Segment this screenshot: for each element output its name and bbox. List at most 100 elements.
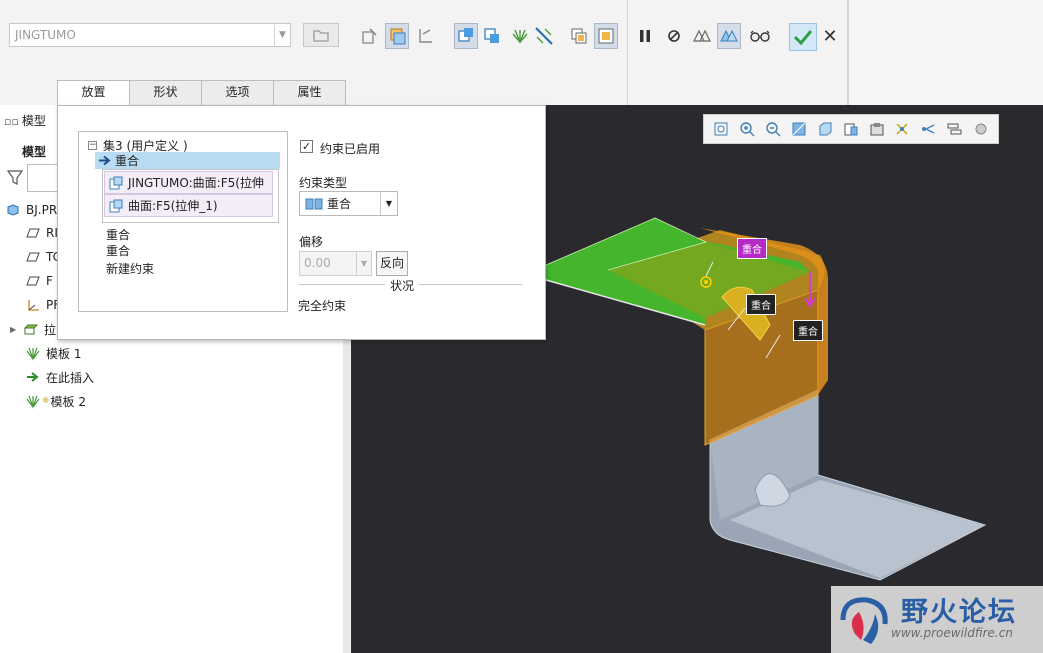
reference-label: JINGTUMO:曲面:F5(拉伸 [128,176,264,190]
reference-label: 曲面:F5(拉伸_1) [128,199,218,213]
constraint-tag[interactable]: 重合 [793,320,823,341]
tab-properties[interactable]: 属性 [273,80,346,105]
tree-item-root[interactable]: BJ.PR [4,199,57,221]
selected-constraint-row[interactable]: 重合 [95,152,280,169]
constraint-item[interactable]: 重合 [106,242,130,259]
model-tree-header[interactable]: ▫▫ 模型 [4,112,46,129]
repaint-icon[interactable] [786,117,812,141]
watermark-title: 野火论坛 [901,597,1017,628]
refit-icon[interactable] [708,117,734,141]
new-constraint-item[interactable]: 新建约束 [106,260,154,277]
constraint-enabled-checkbox[interactable]: ✓ [300,140,313,153]
template-icon [24,344,42,362]
part-icon [4,201,22,219]
tab-options[interactable]: 选项 [201,80,274,105]
chevron-down-icon[interactable]: ▼ [380,192,397,215]
ok-button[interactable] [789,23,817,51]
part-combo-value: JINGTUMO [15,28,76,42]
model-tree-title: 模型 [21,114,46,128]
offset-label: 偏移 [299,235,324,249]
flip-button[interactable]: 反向 [376,251,408,276]
separate-window-icon[interactable] [454,23,478,49]
coincident-icon [305,198,323,209]
ribbon-separator [627,0,628,105]
tree-item-label: 模板 2 [50,394,86,409]
tree-item-label: 拉 [44,322,57,337]
tree-item-label: 模板 1 [46,346,82,361]
zoom-in-icon[interactable] [734,117,760,141]
tree-item-template-2[interactable]: ※ 模板 2 [24,390,86,412]
tree-item-label: F [46,274,53,288]
datum-display-icon[interactable] [890,117,916,141]
folder-icon [313,30,329,42]
status-divider [298,284,385,285]
open-folder-button[interactable] [303,23,339,47]
datum-plane-icon [24,272,42,290]
tree-item-label: BJ.PR [26,203,58,217]
arrow-right-icon [99,155,111,166]
display-style-icon[interactable] [812,117,838,141]
csys-icon [24,296,42,314]
csys-placement-icon[interactable] [413,23,437,49]
status-divider [418,284,522,285]
constraint-enabled-label: 约束已启用 [320,142,381,156]
forum-logo-icon [840,597,888,644]
chevron-down-icon[interactable]: ▼ [274,24,290,46]
selected-constraint-label: 重合 [115,154,140,168]
template-icon [24,392,42,410]
constraint-tag[interactable]: 重合 [737,238,767,259]
perspective-icon[interactable] [968,117,994,141]
annotation-display-icon[interactable] [916,117,942,141]
ribbon-empty-area [848,0,1043,105]
tree-item-template-1[interactable]: 模板 1 [24,342,81,364]
tree-view-icon: ▫▫ [4,115,19,128]
constraint-item[interactable]: 重合 [106,226,130,243]
offset-value: 0.00 [304,256,331,270]
saved-orientations-icon[interactable] [838,117,864,141]
tab-placement[interactable]: 放置 [57,80,130,107]
part-combo[interactable]: JINGTUMO ▼ [9,23,291,47]
expand-arrow-icon[interactable]: ▶ [10,325,22,334]
constraint-type-select[interactable]: 重合 ▼ [299,191,398,216]
tab-shape[interactable]: 形状 [129,80,202,105]
surface-icon [109,199,123,212]
datum-plane-icon [24,248,42,266]
slash-tool-icon[interactable] [532,23,556,49]
spin-center-icon[interactable] [942,117,968,141]
filter-icon[interactable] [6,166,26,190]
interference-icon[interactable] [690,23,714,49]
template-tool-icon[interactable] [508,23,532,49]
glasses-icon[interactable] [748,23,772,49]
new-feature-star-icon: ※ [42,396,50,406]
extrude-icon [22,320,40,338]
tree-item-csys[interactable]: PF [24,294,60,316]
forum-watermark: 野火论坛 www.proewildfire.cn [831,586,1043,653]
zoom-out-icon[interactable] [760,117,786,141]
preview-geometry-icon[interactable] [717,23,741,49]
tree-item-datum-2[interactable]: TC [24,246,61,268]
no-preview-icon[interactable] [662,23,686,49]
tree-item-datum-3[interactable]: F [24,270,53,292]
assembly-placement-icon[interactable] [385,23,409,49]
window-tile-icon[interactable] [567,23,591,49]
reference-item[interactable]: 曲面:F5(拉伸_1) [104,194,273,217]
offset-input[interactable]: 0.00 ▼ [299,251,372,276]
datum-plane-icon [24,224,42,242]
tree-item-extrude[interactable]: ▶ 拉 [10,318,56,340]
constraint-type-label: 约束类型 [299,176,348,190]
tree-item-insert-here[interactable]: 在此插入 [24,366,94,388]
insert-arrow-icon [24,368,42,386]
tree-item-label: 在此插入 [46,370,95,385]
tree-item-datum-1[interactable]: RI [24,222,58,244]
status-value: 完全约束 [298,299,347,313]
view-manager-icon[interactable] [864,117,890,141]
window-overlay-icon[interactable] [594,23,618,49]
assembly-window-icon[interactable] [480,23,504,49]
collapse-icon[interactable]: − [88,141,97,150]
constraint-tag[interactable]: 重合 [746,294,776,315]
chevron-down-icon[interactable]: ▼ [356,252,371,275]
reference-item[interactable]: JINGTUMO:曲面:F5(拉伸 [104,171,273,194]
pause-icon[interactable] [633,23,657,49]
cancel-button[interactable]: ✕ [820,25,840,49]
component-placement-icon[interactable] [358,23,382,49]
